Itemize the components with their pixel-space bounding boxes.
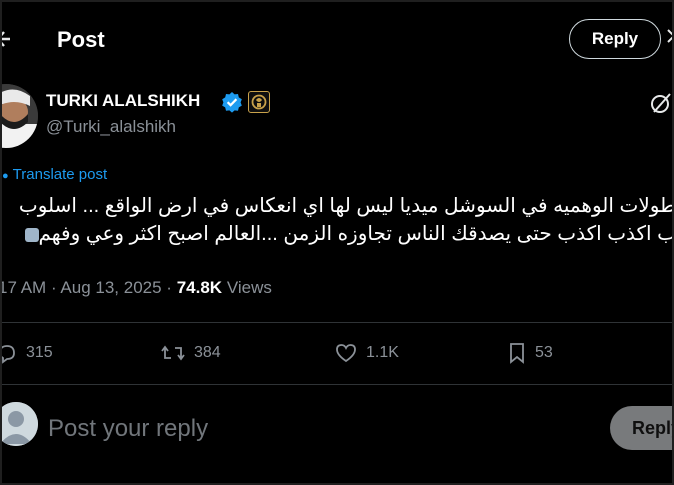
translate-icon: ●: [2, 170, 9, 182]
reply-count: 315: [26, 344, 53, 361]
back-arrow-icon[interactable]: [2, 26, 14, 52]
post-text-line-1: طولات الوهميه في السوشل ميديا ليس لها اي…: [18, 195, 674, 217]
like-action[interactable]: 1.1K: [334, 340, 399, 366]
meta-separator-2: ·: [166, 278, 172, 297]
post-text-line-2-text: ب اكذب اكذب حتى يصدقك الناس تجاوزه الزمن…: [38, 223, 674, 245]
heart-icon: [336, 344, 356, 363]
translate-label: Translate post: [12, 166, 108, 183]
more-icon[interactable]: [666, 26, 672, 52]
grok-icon[interactable]: [650, 92, 672, 114]
repost-count: 384: [194, 344, 221, 361]
page-title: Post: [57, 27, 105, 52]
reply-button-top[interactable]: Reply: [569, 19, 661, 59]
post-text-line-2: ب اكذب اكذب حتى يصدقك الناس تجاوزه الزمن…: [2, 220, 674, 248]
user-avatar: [2, 402, 38, 446]
post-date[interactable]: Aug 13, 2025: [60, 278, 161, 297]
affiliate-badge-icon: [248, 91, 270, 113]
bookmark-count: 53: [535, 344, 553, 361]
reply-icon: [2, 345, 15, 364]
reply-action[interactable]: 315: [2, 340, 53, 366]
divider-bottom: [2, 384, 672, 385]
post-time[interactable]: 17 AM: [2, 278, 46, 297]
reply-submit-button[interactable]: Reply: [610, 406, 672, 450]
author-name[interactable]: TURKI ALALSHIKH: [46, 91, 200, 111]
views-label: Views: [226, 278, 272, 297]
views-count: 74.8K: [176, 278, 223, 297]
translate-post-link[interactable]: ● Translate post: [2, 166, 107, 183]
like-count: 1.1K: [366, 344, 399, 361]
bookmark-action[interactable]: 53: [507, 340, 553, 366]
author-handle[interactable]: @Turki_alalshikh: [46, 117, 176, 137]
author-avatar[interactable]: [2, 84, 38, 148]
post-text: طولات الوهميه في السوشل ميديا ليس لها اي…: [2, 192, 674, 248]
meta-separator: ·: [50, 278, 57, 297]
emoji-icon: [24, 227, 39, 242]
reply-input[interactable]: [48, 412, 548, 446]
divider-top: [2, 322, 672, 323]
post-meta: 17 AM · Aug 13, 2025 · 74.8K Views: [2, 278, 272, 298]
verified-badge-icon: [221, 91, 243, 113]
repost-action[interactable]: 384: [160, 340, 221, 366]
header: Post Reply: [2, 2, 672, 78]
repost-icon: [161, 345, 185, 361]
bookmark-icon: [510, 343, 524, 364]
post-detail-view: Post Reply TURKI ALALSHIKH @Turki_alalsh…: [0, 0, 674, 485]
